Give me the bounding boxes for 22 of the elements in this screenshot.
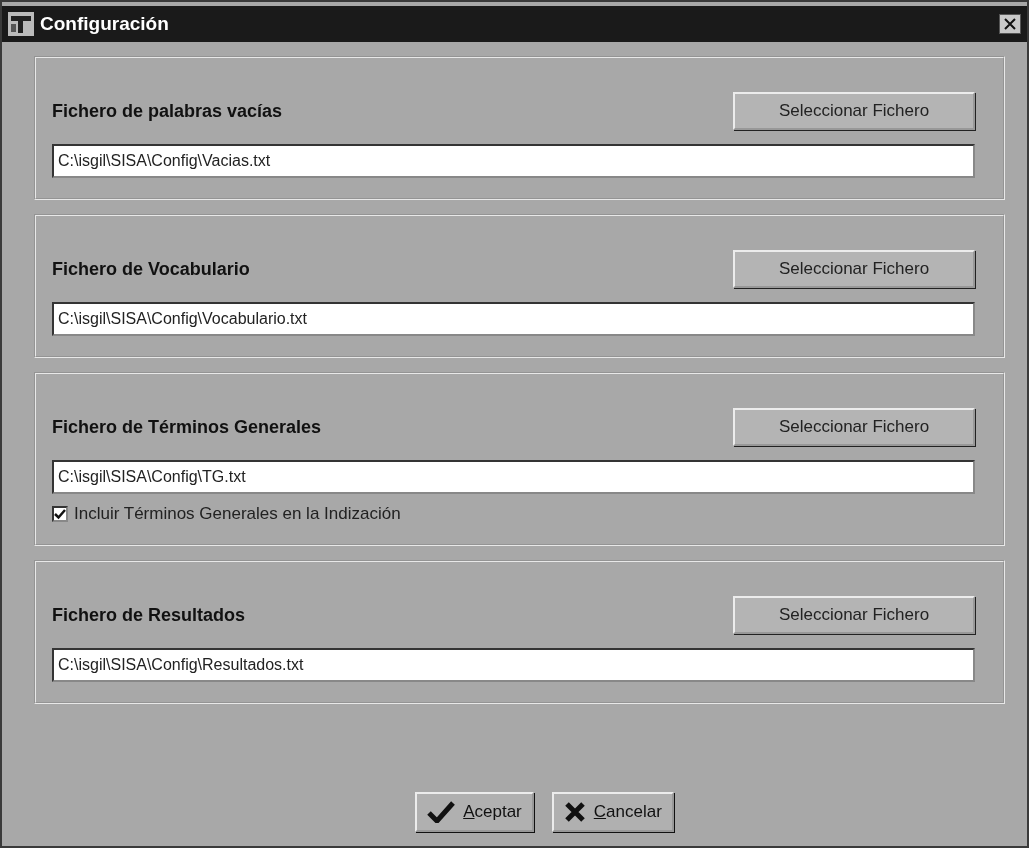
window-icon [8,12,34,36]
path-field[interactable]: C:\isgil\SISA\Config\TG.txt [52,460,975,494]
path-field[interactable]: C:\isgil\SISA\Config\Resultados.txt [52,648,975,682]
group-label: Fichero de Términos Generales [52,416,322,438]
close-icon [563,801,586,823]
select-file-button[interactable]: Seleccionar Fichero [733,408,975,446]
close-icon [1003,17,1017,31]
window-title: Configuración [40,13,170,35]
checkbox[interactable] [52,506,68,522]
checkbox-label: Incluir Términos Generales en la Indización [74,504,401,524]
path-field[interactable]: C:\isgil\SISA\Config\Vacias.txt [52,144,975,178]
group-label: Fichero de palabras vacías [52,100,283,122]
accept-button[interactable]: Aceptar [415,792,534,832]
group-label: Fichero de Vocabulario [52,258,250,280]
close-button[interactable] [999,14,1021,34]
select-file-button[interactable]: Seleccionar Fichero [733,92,975,130]
select-file-button[interactable]: Seleccionar Fichero [733,250,975,288]
group-label: Fichero de Resultados [52,604,246,626]
path-field[interactable]: C:\isgil\SISA\Config\Vocabulario.txt [52,302,975,336]
select-file-button[interactable]: Seleccionar Fichero [733,596,975,634]
check-icon [427,801,456,823]
cancel-button[interactable]: Cancelar [551,792,674,832]
